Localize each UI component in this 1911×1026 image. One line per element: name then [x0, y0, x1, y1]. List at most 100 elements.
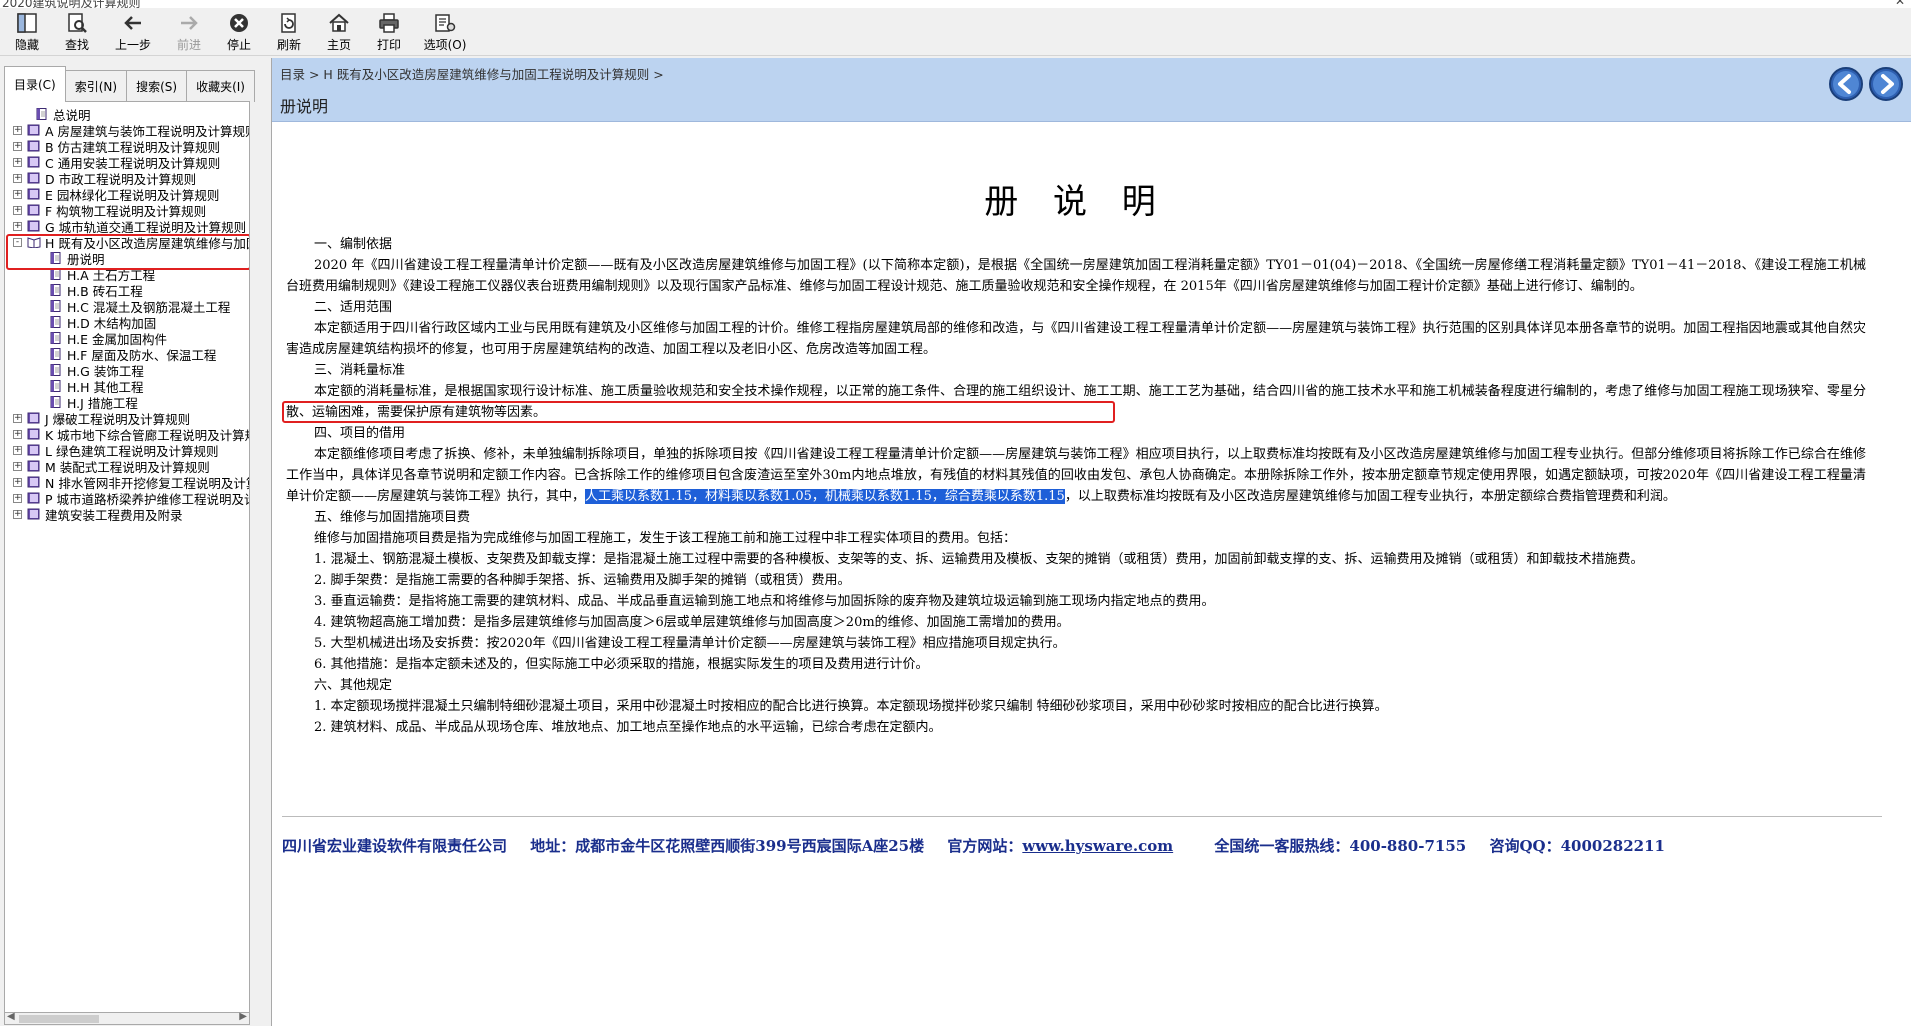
expand-icon[interactable]: +	[13, 493, 22, 503]
tree-horizontal-scrollbar[interactable]: ◀ ▶	[4, 1011, 250, 1025]
scrollbar-thumb[interactable]	[19, 1015, 99, 1023]
section-paragraph: 本定额维修项目考虑了拆换、修补，未单独编制拆除项目，单独的拆除项目按《四川省建设…	[286, 444, 1866, 507]
breadcrumb[interactable]: 目录 > H 既有及小区改造房屋建筑维修与加固工程说明及计算规则 >	[280, 64, 664, 83]
section-heading: 三、消耗量标准	[314, 363, 406, 378]
tree-item[interactable]: -H 既有及小区改造房屋建筑维修与加固工程说明及计算规则	[5, 234, 249, 251]
toolbar: 隐藏 查找 上一步 前进 停止 刷新 主页 打印 选项(O)	[0, 8, 1911, 56]
section-heading: 五、维修与加固措施项目费	[314, 510, 471, 525]
collapse-icon[interactable]: -	[13, 237, 22, 247]
book-icon	[27, 492, 41, 504]
tab-search[interactable]: 搜索(S)	[126, 70, 188, 102]
expand-icon[interactable]: +	[13, 141, 22, 151]
toolbar-button-label: 上一步	[114, 38, 151, 52]
book-icon	[27, 220, 41, 232]
footer-address: 地址：成都市金牛区花照壁西顺街399号西宸国际A座25楼	[530, 837, 925, 855]
section-paragraph: 2020 年《四川省建设工程工程量清单计价定额——既有及小区改造房屋建筑维修与加…	[286, 258, 1866, 294]
footer-qq: 咨询QQ：4000282211	[1489, 837, 1665, 855]
print-button[interactable]: 打印	[364, 8, 414, 54]
tree-item[interactable]: + 建筑安装工程费用及附录	[5, 506, 249, 523]
toolbar-button-label: 打印	[376, 38, 401, 52]
page-icon	[49, 300, 63, 312]
page-icon	[49, 348, 63, 360]
selected-text[interactable]: 人工乘以系数1.15，材料乘以系数1.05，机械乘以系数1.15，综合费乘以系数…	[585, 489, 1065, 504]
page-icon	[35, 108, 49, 120]
book-icon	[27, 412, 41, 424]
expand-icon[interactable]: +	[13, 221, 22, 231]
expand-icon[interactable]: +	[13, 157, 22, 167]
next-topic-icon[interactable]	[1868, 66, 1904, 102]
list-item: 6. 其他措施：是指本定额未述及的，但实际施工中必须采取的措施，根据实际发生的项…	[314, 657, 929, 672]
sidebar: 目录(C) 索引(N) 搜索(S) 收藏夹(I) 总说明 + A 房屋建筑与装饰工程说明及…	[0, 58, 266, 1025]
page-icon	[49, 252, 63, 264]
section-paragraph: 维修与加固措施项目费是指为完成维修与加固工程施工，发生于该工程施工前和施工过程中…	[314, 531, 1017, 546]
scroll-left-icon[interactable]: ◀	[7, 1011, 15, 1022]
book-icon	[27, 140, 41, 152]
options-icon	[433, 11, 457, 35]
list-item: 1. 混凝土、钢筋混凝土模板、支架费及卸载支撑：是指混凝土施工过程中需要的各种模…	[314, 552, 1644, 567]
expand-icon[interactable]: +	[13, 189, 22, 199]
book-icon	[27, 124, 41, 136]
section-paragraph: 本定额的消耗量标准，是根据国家现行设计标准、施工质量验收规范和安全技术操作规程，…	[286, 384, 1866, 420]
footer-website-label: 官方网站：	[947, 837, 1023, 855]
document-body: 册 说 明 一、编制依据 2020 年《四川省建设工程工程量清单计价定额——既有…	[286, 182, 1866, 738]
footer-company: 四川省宏业建设软件有限责任公司	[282, 837, 508, 855]
expand-icon[interactable]: +	[13, 461, 22, 471]
section-heading: 一、编制依据	[314, 237, 393, 252]
home-icon	[327, 11, 351, 35]
book-icon	[27, 172, 41, 184]
tab-contents[interactable]: 目录(C)	[4, 66, 66, 102]
list-item: 3. 垂直运输费：是指将施工需要的建筑材料、成品、半成品垂直运输到施工地点和将维…	[314, 594, 1215, 609]
expand-icon[interactable]: +	[13, 445, 22, 455]
window-title: 2020建筑说明及计算规则	[2, 0, 141, 8]
paragraph-text: ，以上取费标准均按既有及小区改造房屋建筑维修与加固工程专业执行，本册定额综合费指…	[1064, 489, 1676, 504]
toolbar-button-label: 刷新	[276, 38, 301, 52]
previous-topic-icon[interactable]	[1828, 66, 1864, 102]
expand-icon[interactable]: +	[13, 429, 22, 439]
tab-index[interactable]: 索引(N)	[64, 70, 128, 102]
section-heading: 四、项目的借用	[314, 426, 406, 441]
print-icon	[377, 11, 401, 35]
tree-item-label: 建筑安装工程费用及附录	[45, 507, 183, 523]
toolbar-button-label: 隐藏	[14, 38, 39, 52]
section-title: 册说明	[280, 97, 329, 116]
back-button[interactable]: 上一步	[102, 8, 164, 54]
expand-icon[interactable]: +	[13, 125, 22, 135]
scroll-right-icon[interactable]: ▶	[239, 1011, 247, 1022]
document-title: 册 说 明	[984, 182, 1168, 222]
footer-website-link[interactable]: www.hysware.com	[1022, 837, 1173, 855]
refresh-icon	[277, 11, 301, 35]
book-icon	[27, 204, 41, 216]
expand-icon[interactable]: +	[13, 205, 22, 215]
options-button[interactable]: 选项(O)	[414, 8, 476, 54]
forward-arrow-icon	[177, 11, 201, 35]
expand-icon[interactable]: +	[13, 173, 22, 183]
tab-favorites[interactable]: 收藏夹(I)	[186, 70, 255, 102]
list-item: 2. 脚手架费：是指施工需要的各种脚手架搭、拆、运输费用及脚手架的摊销（或租赁）…	[314, 573, 851, 588]
find-icon	[65, 11, 89, 35]
book-icon	[27, 476, 41, 488]
contents-tree: 总说明 + A 房屋建筑与装饰工程说明及计算规则 + B 仿古建筑工程说明及计算规则 + C…	[5, 106, 249, 523]
toolbar-button-label: 查找	[64, 38, 89, 52]
page-icon	[49, 284, 63, 296]
expand-icon[interactable]: +	[13, 413, 22, 423]
page-icon	[49, 396, 63, 408]
book-icon	[27, 444, 41, 456]
topic-banner: 目录 > H 既有及小区改造房屋建筑维修与加固工程说明及计算规则 > 册说明	[272, 58, 1911, 122]
section-heading: 六、其他规定	[314, 678, 393, 693]
hide-button[interactable]: 隐藏	[2, 8, 52, 54]
page-icon	[49, 364, 63, 376]
expand-icon[interactable]: +	[13, 477, 22, 487]
content-pane: 目录 > H 既有及小区改造房屋建筑维修与加固工程说明及计算规则 > 册说明 册…	[271, 58, 1911, 1026]
book-icon	[27, 508, 41, 520]
refresh-button[interactable]: 刷新	[264, 8, 314, 54]
close-window-icon[interactable]: ✕	[1895, 0, 1905, 8]
list-item: 4. 建筑物超高施工增加费：是指多层建筑维修与加固高度＞6层或单层建筑维修与加固…	[314, 615, 1070, 630]
home-button[interactable]: 主页	[314, 8, 364, 54]
expand-icon[interactable]: +	[13, 509, 22, 519]
toolbar-button-label: 选项(O)	[423, 38, 467, 52]
stop-button[interactable]: 停止	[214, 8, 264, 54]
find-button[interactable]: 查找	[52, 8, 102, 54]
page-icon	[49, 332, 63, 344]
book-icon	[27, 460, 41, 472]
toolbar-button-label: 主页	[326, 38, 351, 52]
